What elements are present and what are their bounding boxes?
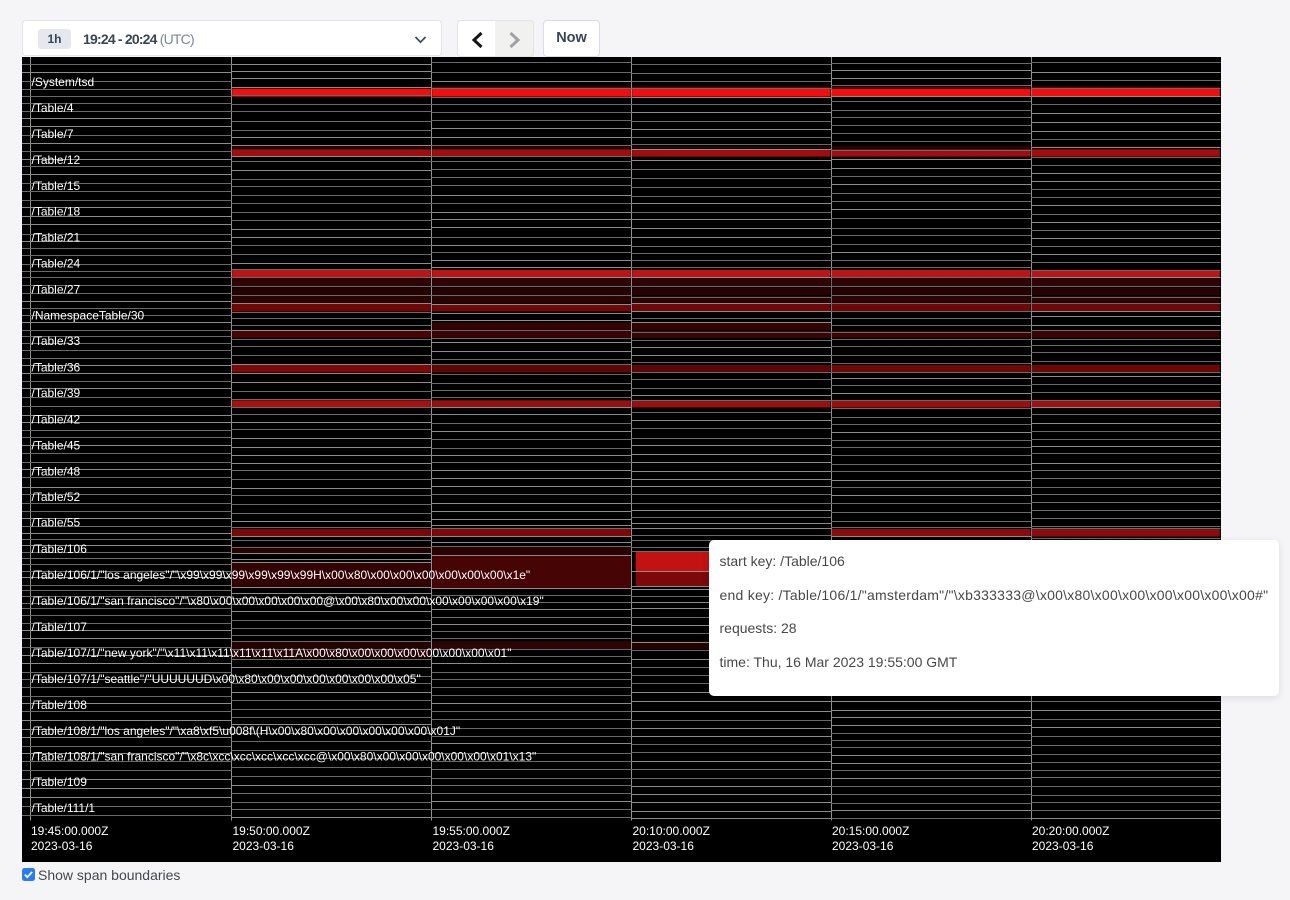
svg-text:2023-03-16: 2023-03-16	[233, 839, 295, 853]
svg-text:19:55:00.000Z: 19:55:00.000Z	[433, 824, 510, 838]
svg-text:/Table/18: /Table/18	[32, 205, 81, 219]
svg-text:2023-03-16: 2023-03-16	[31, 839, 93, 853]
svg-text:/Table/36: /Table/36	[32, 361, 81, 375]
svg-text:/Table/109: /Table/109	[32, 775, 88, 789]
svg-text:19:45:00.000Z: 19:45:00.000Z	[31, 824, 108, 838]
svg-text:/Table/108/1/"san francisco"/": /Table/108/1/"san francisco"/"\x8c\xcc\x…	[32, 750, 537, 764]
svg-text:2023-03-16: 2023-03-16	[1032, 839, 1094, 853]
svg-text:20:10:00.000Z: 20:10:00.000Z	[633, 824, 710, 838]
svg-text:/Table/107: /Table/107	[32, 620, 88, 634]
svg-text:/Table/27: /Table/27	[32, 283, 81, 297]
svg-text:2023-03-16: 2023-03-16	[633, 839, 695, 853]
svg-text:/Table/4: /Table/4	[32, 101, 74, 115]
svg-text:/Table/106: /Table/106	[32, 542, 88, 556]
svg-text:2023-03-16: 2023-03-16	[433, 839, 495, 853]
svg-text:/Table/55: /Table/55	[32, 516, 81, 530]
svg-text:2023-03-16: 2023-03-16	[832, 839, 894, 853]
svg-text:/Table/107/1/"seattle"/"UUUUUU: /Table/107/1/"seattle"/"UUUUUUD\x00\x80\…	[32, 672, 421, 686]
svg-text:/Table/33: /Table/33	[32, 334, 81, 348]
svg-text:/Table/42: /Table/42	[32, 413, 81, 427]
svg-text:/Table/45: /Table/45	[32, 439, 81, 453]
svg-text:/Table/52: /Table/52	[32, 490, 81, 504]
svg-text:/NamespaceTable/30: /NamespaceTable/30	[32, 309, 145, 323]
svg-text:/Table/7: /Table/7	[32, 127, 74, 141]
svg-text:/Table/24: /Table/24	[32, 257, 81, 271]
svg-text:/Table/108: /Table/108	[32, 698, 88, 712]
svg-text:/Table/108/1/"los angeles"/"\x: /Table/108/1/"los angeles"/"\xa8\xf5\u00…	[32, 724, 461, 738]
svg-text:/System/tsd: /System/tsd	[32, 75, 95, 89]
svg-text:/Table/39: /Table/39	[32, 386, 81, 400]
svg-text:/Table/48: /Table/48	[32, 465, 81, 479]
svg-text:19:50:00.000Z: 19:50:00.000Z	[233, 824, 310, 838]
svg-text:/Table/107/1/"new york"/"\x11\: /Table/107/1/"new york"/"\x11\x11\x11\x1…	[32, 646, 512, 660]
svg-text:/Table/15: /Table/15	[32, 179, 81, 193]
svg-text:/Table/106/1/"los angeles"/"\x: /Table/106/1/"los angeles"/"\x99\x99\x99…	[32, 568, 531, 582]
svg-text:/Table/111/1: /Table/111/1	[32, 801, 96, 815]
svg-text:/Table/12: /Table/12	[32, 153, 81, 167]
svg-text:/Table/21: /Table/21	[32, 231, 81, 245]
svg-text:20:20:00.000Z: 20:20:00.000Z	[1032, 824, 1109, 838]
svg-text:/Table/106/1/"san francisco"/": /Table/106/1/"san francisco"/"\x80\x00\x…	[32, 594, 544, 608]
svg-text:20:15:00.000Z: 20:15:00.000Z	[832, 824, 909, 838]
